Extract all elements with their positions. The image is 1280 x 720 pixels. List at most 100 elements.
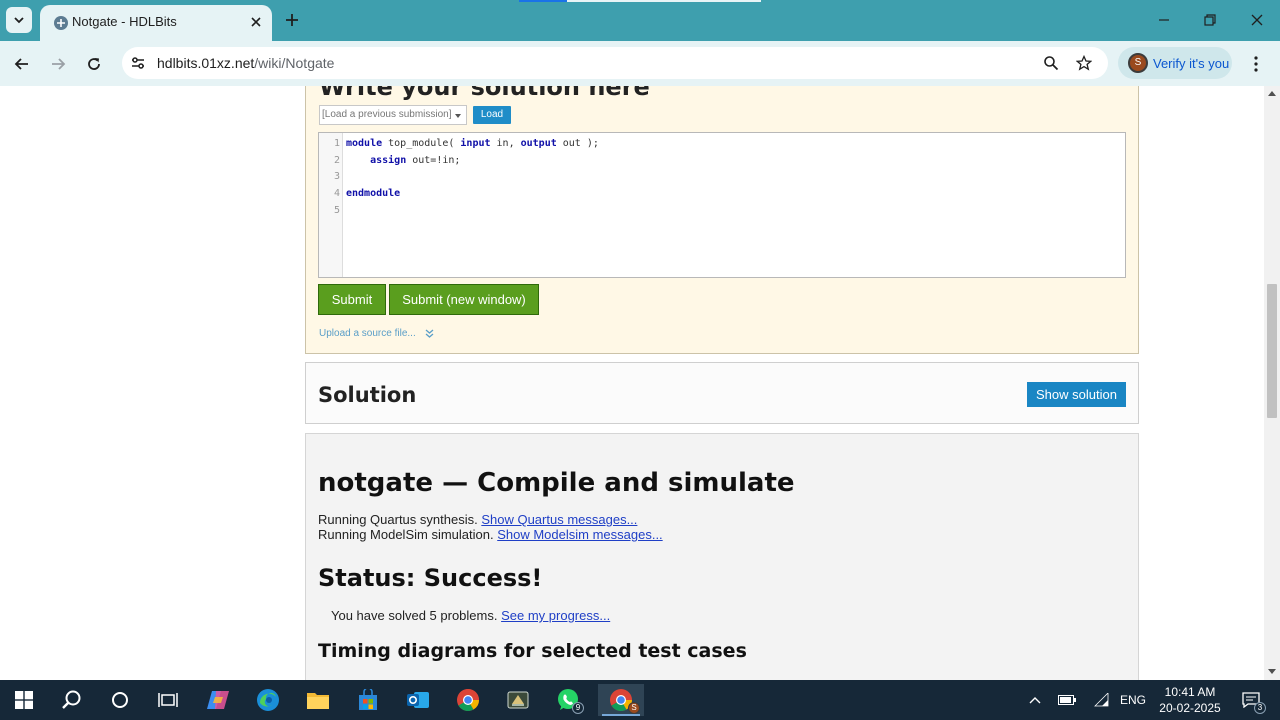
line-gutter: 1 2 3 4 5	[319, 133, 343, 277]
battery-icon	[1058, 695, 1076, 705]
minimize-icon	[1159, 19, 1169, 21]
hdlbits-favicon-icon	[54, 16, 68, 30]
clock-time: 10:41 AM	[1164, 685, 1216, 699]
bookmark-button[interactable]	[1073, 52, 1095, 74]
whatsapp-app[interactable]: 9	[548, 684, 588, 716]
load-button[interactable]: Load	[473, 106, 511, 124]
task-view-button[interactable]	[148, 684, 188, 716]
solution-editor-panel: Write your solution here [Load a previou…	[305, 86, 1139, 354]
line-number: 5	[333, 205, 340, 216]
caret-down-icon	[455, 114, 461, 118]
url-text: hdlbits.01xz.net/wiki/Notgate	[157, 55, 335, 71]
status-heading: Status: Success!	[318, 564, 543, 592]
back-button[interactable]	[7, 49, 37, 79]
network-button[interactable]	[1088, 690, 1114, 710]
magnifier-icon	[1044, 56, 1059, 71]
cortana-button[interactable]	[100, 684, 140, 716]
more-vertical-icon	[1254, 56, 1258, 72]
editor-heading: Write your solution here	[319, 86, 650, 101]
tune-icon	[132, 57, 144, 69]
notifications-button[interactable]: 3	[1236, 690, 1266, 714]
submit-button[interactable]: Submit	[318, 284, 386, 315]
scroll-down-icon[interactable]	[1268, 669, 1276, 674]
microsoft-store-app[interactable]	[348, 684, 388, 716]
close-icon	[251, 17, 261, 27]
close-window-button[interactable]	[1240, 6, 1274, 34]
chrome-profile-app[interactable]: S	[598, 684, 644, 716]
tab-close-button[interactable]	[246, 12, 266, 32]
solution-panel: Solution Show solution	[305, 362, 1139, 424]
emblem-icon	[507, 691, 529, 709]
line-number: 4	[333, 188, 340, 199]
tab-title: Notgate - HDLBits	[72, 14, 177, 29]
code-line-1: module top_module( input in, output out …	[346, 138, 599, 149]
college-app[interactable]	[498, 684, 538, 716]
star-icon	[1076, 55, 1092, 71]
submit-new-window-button[interactable]: Submit (new window)	[389, 284, 539, 315]
code-editor[interactable]: 1 2 3 4 5 module top_module( input in, o…	[318, 132, 1126, 278]
scrollbar-thumb[interactable]	[1267, 284, 1277, 418]
results-panel: notgate — Compile and simulate Running Q…	[305, 433, 1139, 680]
avatar: S	[1128, 53, 1148, 73]
file-explorer-app[interactable]	[298, 684, 338, 716]
wifi-icon	[1094, 693, 1109, 707]
reload-button[interactable]	[79, 49, 109, 79]
store-icon	[359, 689, 377, 710]
show-solution-button[interactable]: Show solution	[1027, 382, 1126, 407]
plus-icon	[286, 14, 298, 26]
task-view-icon	[158, 693, 178, 707]
outlook-app[interactable]	[398, 684, 438, 716]
page-viewport: Write your solution here [Load a previou…	[0, 86, 1264, 680]
quartus-line: Running Quartus synthesis. Show Quartus …	[318, 512, 638, 527]
scroll-up-icon[interactable]	[1268, 91, 1276, 96]
edge-icon	[257, 689, 279, 711]
forward-button[interactable]	[43, 49, 73, 79]
chrome-app[interactable]	[448, 684, 488, 716]
code-line-4: endmodule	[346, 188, 401, 199]
show-hidden-icons-button[interactable]	[1024, 690, 1046, 710]
clock-date: 20-02-2025	[1159, 701, 1221, 715]
battery-button[interactable]	[1054, 690, 1080, 710]
browser-toolbar: hdlbits.01xz.net/wiki/Notgate S Verify i…	[0, 41, 1280, 86]
circle-icon	[112, 692, 128, 708]
compile-title: notgate — Compile and simulate	[318, 468, 795, 498]
double-chevron-down-icon	[425, 329, 433, 338]
taskbar: 9 S ENG 10:41 AM 20-02-2025 3	[0, 680, 1280, 720]
address-bar[interactable]: hdlbits.01xz.net/wiki/Notgate	[122, 47, 1108, 79]
search-icon	[62, 690, 81, 709]
new-tab-button[interactable]	[280, 8, 304, 32]
page-scrollbar[interactable]	[1264, 86, 1280, 680]
timing-diagrams-heading: Timing diagrams for selected test cases	[318, 640, 747, 662]
show-quartus-messages-link[interactable]: Show Quartus messages...	[481, 512, 637, 527]
restore-icon	[1204, 14, 1216, 26]
reload-icon	[88, 58, 100, 70]
start-button[interactable]	[4, 684, 44, 716]
line-number: 1	[333, 138, 340, 149]
edge-app[interactable]	[248, 684, 288, 716]
windows-logo-icon	[15, 691, 33, 709]
restore-button[interactable]	[1193, 6, 1227, 34]
profile-verify-button[interactable]: S Verify it's you	[1118, 47, 1232, 79]
search-button[interactable]	[52, 684, 92, 716]
solved-count-line: You have solved 5 problems. See my progr…	[331, 608, 611, 623]
show-modelsim-messages-link[interactable]: Show Modelsim messages...	[497, 527, 662, 542]
zoom-button[interactable]	[1040, 52, 1062, 74]
language-indicator[interactable]: ENG	[1118, 690, 1148, 710]
minimize-button[interactable]	[1147, 6, 1181, 34]
chrome-icon	[457, 689, 479, 711]
copilot-app[interactable]	[198, 684, 238, 716]
whatsapp-badge: 9	[572, 702, 584, 714]
line-number: 3	[333, 171, 340, 182]
clock[interactable]: 10:41 AM 20-02-2025	[1150, 684, 1230, 716]
see-progress-link[interactable]: See my progress...	[501, 608, 610, 623]
browser-menu-button[interactable]	[1244, 52, 1268, 76]
chevron-down-icon	[14, 17, 24, 24]
site-info-button[interactable]	[128, 53, 148, 73]
line-number: 2	[333, 155, 340, 166]
outlook-icon	[407, 692, 429, 708]
active-tab[interactable]: Notgate - HDLBits	[40, 5, 272, 41]
tab-search-button[interactable]	[6, 7, 32, 33]
previous-submission-select[interactable]: [Load a previous submission]	[319, 105, 467, 125]
folder-icon	[307, 693, 329, 709]
upload-source-link[interactable]: Upload a source file...	[319, 328, 434, 339]
